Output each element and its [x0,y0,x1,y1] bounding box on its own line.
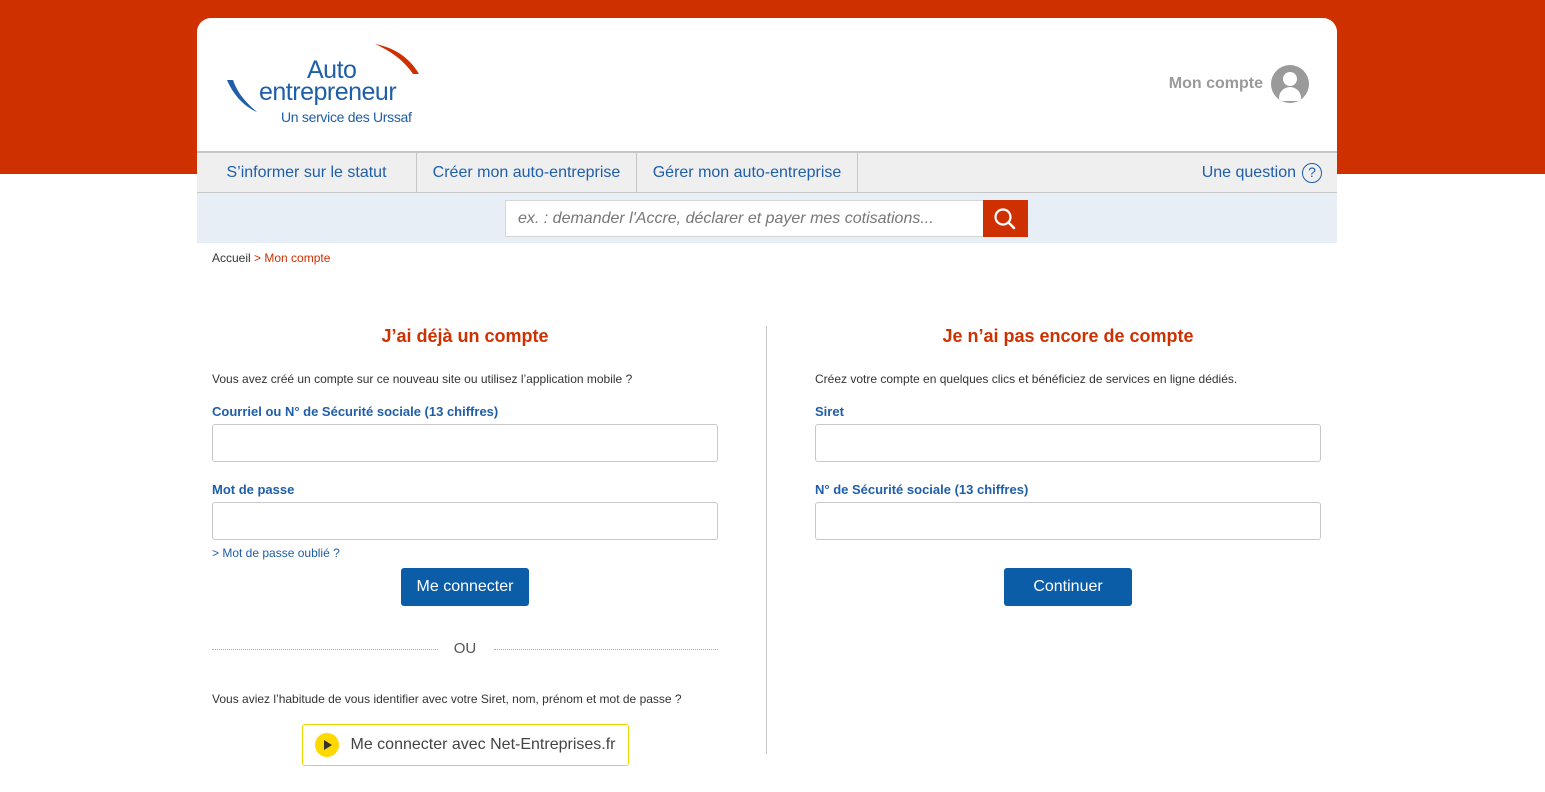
search-button[interactable] [983,200,1028,237]
logo-text-entrepreneur: entrepreneur [259,78,397,106]
login-title: J’ai déjà un compte [381,326,549,346]
or-line-right [494,649,718,650]
email-label: Courriel ou N° de Sécurité sociale (13 c… [212,404,499,419]
nav-item-informer[interactable]: S’informer sur le statut [197,153,417,192]
play-icon [314,733,339,757]
siret-label: Siret [815,404,844,419]
net-entreprises-label: Me connecter avec Net-Entreprises.fr [350,736,616,753]
question-icon: ? [1302,162,1322,183]
breadcrumb: Accueil > Mon compte [212,251,330,265]
continue-button[interactable]: Continuer [1004,568,1132,606]
search-icon [994,208,1016,230]
breadcrumb-home[interactable]: Accueil [212,251,251,265]
login-section: J’ai déjà un compte Vous avez créé un co… [212,326,718,766]
user-icon [1271,65,1309,103]
column-divider [766,326,767,754]
net-entreprises-button[interactable]: Me connecter avec Net-Entreprises.fr [301,724,629,766]
siret-field[interactable] [815,424,1321,462]
logo[interactable]: Auto entrepreneur Un service des Urssaf [225,40,425,130]
login-intro: Vous avez créé un compte sur ce nouveau … [212,372,633,386]
nav-question-link[interactable]: Une question ? [1202,153,1322,192]
register-section: Je n’ai pas encore de compte Créez votre… [815,326,1321,606]
account-label: Mon compte [1168,75,1263,92]
legacy-login-text: Vous aviez l’habitude de vous identifier… [212,692,682,706]
main-nav: S’informer sur le statut Créer mon auto-… [197,151,1337,193]
register-title: Je n’ai pas encore de compte [942,326,1194,346]
email-field[interactable] [212,424,718,462]
search-bar [197,193,1337,243]
breadcrumb-current: Mon compte [264,251,331,265]
password-field[interactable] [212,502,718,540]
nav-question-label: Une question [1201,163,1296,181]
page-container: Auto entrepreneur Un service des Urssaf … [197,18,1337,792]
login-button[interactable]: Me connecter [401,568,529,606]
password-label: Mot de passe [212,482,295,497]
header: Auto entrepreneur Un service des Urssaf … [197,18,1337,151]
ssn-field[interactable] [815,502,1321,540]
nav-item-gerer[interactable]: Gérer mon auto-entreprise [637,153,858,192]
forgot-password-link[interactable]: > Mot de passe oublié ? [212,546,718,560]
logo-subtitle: Un service des Urssaf [281,109,412,125]
ssn-label: N° de Sécurité sociale (13 chiffres) [815,482,1029,497]
register-intro: Créez votre compte en quelques clics et … [815,372,1238,386]
breadcrumb-separator: > [250,251,265,265]
account-link[interactable]: Mon compte [1169,65,1309,103]
nav-item-creer[interactable]: Créer mon auto-entreprise [417,153,637,192]
search-input[interactable] [505,200,984,237]
or-separator: OU [212,640,718,660]
